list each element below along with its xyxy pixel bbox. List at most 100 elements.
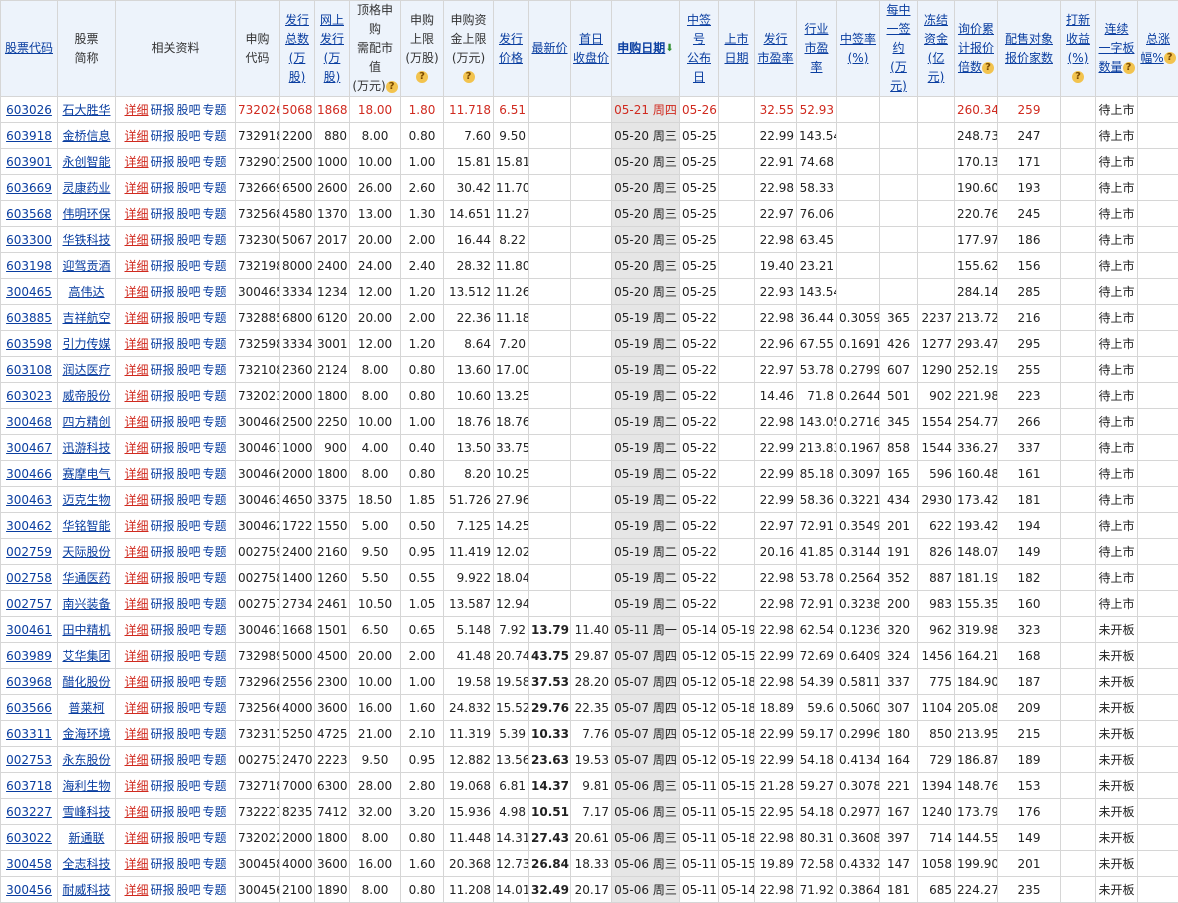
topic-link[interactable]: 专题 [203,597,227,611]
stock-code-link[interactable]: 603300 [6,233,52,247]
research-link[interactable]: 研报 [150,883,174,897]
stock-code-link[interactable]: 603989 [6,649,52,663]
stock-code-link[interactable]: 603311 [6,727,52,741]
stock-code-link[interactable]: 603918 [6,129,52,143]
topic-link[interactable]: 专题 [203,389,227,403]
stock-code-link[interactable]: 603718 [6,779,52,793]
column-header[interactable]: 总涨幅%? [1138,1,1178,97]
column-header[interactable]: 股票代码 [1,1,58,97]
column-header[interactable]: 发行价格 [494,1,529,97]
topic-link[interactable]: 专题 [203,441,227,455]
research-link[interactable]: 研报 [150,207,174,221]
stock-code-link[interactable]: 300461 [6,623,52,637]
forum-link[interactable]: 股吧 [177,649,201,663]
stock-code-link[interactable]: 300456 [6,883,52,897]
research-link[interactable]: 研报 [150,181,174,195]
detail-link[interactable]: 详细 [124,181,148,195]
stock-name-link[interactable]: 迈克生物 [62,493,110,507]
topic-link[interactable]: 专题 [203,415,227,429]
column-header[interactable]: 首日收盘价 [571,1,612,97]
column-header[interactable]: 打新收益(%)? [1061,1,1096,97]
stock-name-link[interactable]: 迎驾贡酒 [62,259,110,273]
stock-name-link[interactable]: 田中精机 [62,623,110,637]
detail-link[interactable]: 详细 [124,363,148,377]
forum-link[interactable]: 股吧 [177,701,201,715]
stock-code-link[interactable]: 603669 [6,181,52,195]
stock-code-link[interactable]: 603568 [6,207,52,221]
stock-name-link[interactable]: 新通联 [68,831,104,845]
detail-link[interactable]: 详细 [124,103,148,117]
forum-link[interactable]: 股吧 [177,363,201,377]
topic-link[interactable]: 专题 [203,207,227,221]
stock-name-link[interactable]: 普莱柯 [68,701,104,715]
research-link[interactable]: 研报 [150,701,174,715]
topic-link[interactable]: 专题 [203,467,227,481]
stock-name-link[interactable]: 引力传媒 [62,337,110,351]
stock-code-link[interactable]: 603026 [6,103,52,117]
research-link[interactable]: 研报 [150,155,174,169]
topic-link[interactable]: 专题 [203,181,227,195]
research-link[interactable]: 研报 [150,857,174,871]
research-link[interactable]: 研报 [150,519,174,533]
detail-link[interactable]: 详细 [124,805,148,819]
stock-code-link[interactable]: 603968 [6,675,52,689]
column-header[interactable]: 冻结资金(亿元) [918,1,955,97]
stock-name-link[interactable]: 润达医疗 [62,363,110,377]
research-link[interactable]: 研报 [150,285,174,299]
stock-name-link[interactable]: 海利生物 [62,779,110,793]
detail-link[interactable]: 详细 [124,597,148,611]
research-link[interactable]: 研报 [150,623,174,637]
stock-code-link[interactable]: 603023 [6,389,52,403]
detail-link[interactable]: 详细 [124,259,148,273]
forum-link[interactable]: 股吧 [177,259,201,273]
detail-link[interactable]: 详细 [124,415,148,429]
research-link[interactable]: 研报 [150,363,174,377]
stock-name-link[interactable]: 全志科技 [62,857,110,871]
forum-link[interactable]: 股吧 [177,779,201,793]
detail-link[interactable]: 详细 [124,623,148,637]
detail-link[interactable]: 详细 [124,311,148,325]
detail-link[interactable]: 详细 [124,701,148,715]
forum-link[interactable]: 股吧 [177,415,201,429]
detail-link[interactable]: 详细 [124,467,148,481]
forum-link[interactable]: 股吧 [177,129,201,143]
research-link[interactable]: 研报 [150,545,174,559]
forum-link[interactable]: 股吧 [177,519,201,533]
detail-link[interactable]: 详细 [124,727,148,741]
topic-link[interactable]: 专题 [203,649,227,663]
topic-link[interactable]: 专题 [203,129,227,143]
research-link[interactable]: 研报 [150,675,174,689]
forum-link[interactable]: 股吧 [177,207,201,221]
stock-name-link[interactable]: 艾华集团 [62,649,110,663]
stock-code-link[interactable]: 300466 [6,467,52,481]
forum-link[interactable]: 股吧 [177,571,201,585]
stock-code-link[interactable]: 603108 [6,363,52,377]
column-header[interactable]: 连续一字板数量? [1096,1,1138,97]
research-link[interactable]: 研报 [150,337,174,351]
detail-link[interactable]: 详细 [124,233,148,247]
forum-link[interactable]: 股吧 [177,493,201,507]
research-link[interactable]: 研报 [150,103,174,117]
detail-link[interactable]: 详细 [124,337,148,351]
column-header[interactable]: 每中一签约(万元) [880,1,918,97]
stock-name-link[interactable]: 威帝股份 [62,389,110,403]
stock-code-link[interactable]: 300467 [6,441,52,455]
research-link[interactable]: 研报 [150,389,174,403]
forum-link[interactable]: 股吧 [177,285,201,299]
detail-link[interactable]: 详细 [124,155,148,169]
stock-code-link[interactable]: 603566 [6,701,52,715]
stock-name-link[interactable]: 金海环境 [62,727,110,741]
detail-link[interactable]: 详细 [124,519,148,533]
forum-link[interactable]: 股吧 [177,337,201,351]
detail-link[interactable]: 详细 [124,753,148,767]
forum-link[interactable]: 股吧 [177,675,201,689]
topic-link[interactable]: 专题 [203,103,227,117]
stock-code-link[interactable]: 603022 [6,831,52,845]
detail-link[interactable]: 详细 [124,649,148,663]
research-link[interactable]: 研报 [150,831,174,845]
column-header[interactable]: 中签率(%) [837,1,880,97]
detail-link[interactable]: 详细 [124,389,148,403]
forum-link[interactable]: 股吧 [177,155,201,169]
column-header[interactable]: 发行总数(万股) [280,1,315,97]
topic-link[interactable]: 专题 [203,857,227,871]
